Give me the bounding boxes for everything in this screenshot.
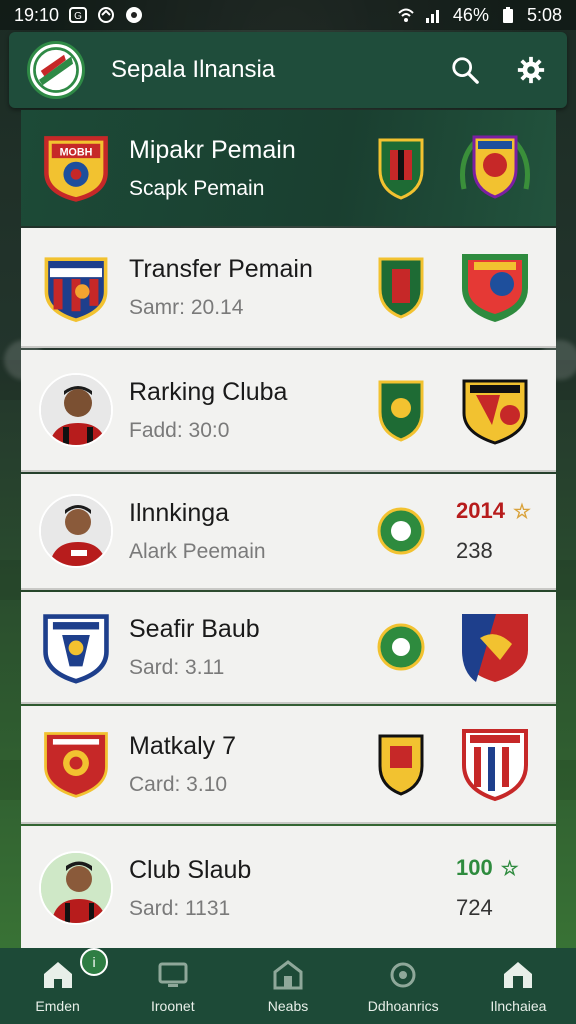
stat-bottom-value: 238 — [456, 538, 493, 563]
settings-button[interactable] — [513, 52, 549, 88]
avatar — [39, 373, 113, 447]
media-icon — [126, 7, 143, 23]
green-shield-icon — [378, 380, 424, 442]
stat-top: 2014 ☆ — [456, 498, 531, 524]
status-right-time: 5:08 — [526, 4, 562, 25]
red-shield-crest-icon — [462, 254, 528, 322]
player-photo-icon — [41, 375, 111, 445]
menu-list: MOBH Mipakr Pemain Scapk Pemain Transfer… — [21, 110, 556, 950]
row-title: Transfer Pemain — [129, 254, 313, 283]
green-ball-crest-icon — [377, 507, 425, 555]
player-avatar — [37, 492, 115, 570]
monitor-icon — [158, 962, 188, 987]
list-item-club-slaub[interactable]: Club Slaub Sard: 1131 100 ☆ 724 — [21, 826, 556, 950]
player-avatar — [37, 371, 115, 449]
notification-dot-icon: i — [80, 948, 108, 976]
battery-icon — [502, 7, 513, 23]
row-subtitle: Sard: 3.11 — [129, 655, 225, 679]
row-title: Ilnnkinga — [129, 498, 230, 527]
nav-label: Neabs — [267, 998, 309, 1014]
yellow-crest-icon — [462, 379, 528, 445]
yellow-shield-icon — [378, 734, 424, 796]
sync-icon — [98, 7, 115, 23]
house-icon — [504, 962, 533, 988]
status-time: 19:10 — [14, 4, 60, 25]
club-crest: MOBH — [37, 129, 115, 207]
row-subtitle: Scapk Pemain — [129, 176, 265, 200]
star-icon: ☆ — [512, 500, 531, 523]
gear-icon — [517, 56, 545, 84]
laurel-crest-icon — [460, 135, 530, 199]
club-crest — [37, 608, 115, 686]
list-item-seafir[interactable]: Seafir Baub Sard: 3.11 — [21, 592, 556, 704]
svg-text:G: G — [74, 11, 82, 22]
club-crest — [37, 248, 115, 326]
player-photo-icon — [41, 853, 111, 923]
blue-shield-crest-icon — [44, 257, 108, 323]
nav-item-ilnchaiea[interactable]: Ilnchaiea — [461, 948, 576, 1024]
row-subtitle: Samr: 20.14 — [129, 295, 244, 319]
status-bar: 19:10 G 46% 5:08 — [0, 0, 576, 30]
nav-item-monitor[interactable]: Iroonet — [115, 948, 230, 1024]
list-item-matkaly[interactable]: Matkaly 7 Card: 3.10 — [21, 706, 556, 824]
nav-label: Iroonet — [151, 998, 195, 1014]
row-subtitle: Fadd: 30:0 — [129, 418, 230, 442]
green-shield-icon — [378, 138, 424, 200]
player-avatar — [37, 849, 115, 927]
list-item-ranking[interactable]: Rarking Cluba Fadd: 30:0 — [21, 350, 556, 472]
crest-text: MOBH — [60, 146, 93, 158]
nav-label: Emden — [35, 998, 80, 1014]
avatar — [39, 851, 113, 925]
shield-crest-icon: MOBH — [44, 136, 108, 202]
row-subtitle: Alark Peemain — [129, 539, 266, 563]
wifi-icon — [398, 8, 414, 22]
star-icon: ☆ — [500, 857, 519, 880]
red-gold-crest-icon — [44, 732, 108, 798]
blue-white-crest-icon — [43, 614, 109, 684]
gear-badge-icon — [390, 962, 416, 988]
row-subtitle: Card: 3.10 — [129, 772, 228, 796]
row-title: Rarking Cluba — [129, 377, 288, 406]
row-title: Mipakr Pemain — [129, 135, 296, 164]
signal-icon — [425, 10, 439, 23]
list-item-ilnnkinga[interactable]: Ilnnkinga Alark Peemain 2014 ☆ 238 — [21, 474, 556, 590]
nav-item-neabs[interactable]: Neabs — [230, 948, 345, 1024]
green-shield-icon — [378, 257, 424, 319]
app-logo — [27, 41, 85, 99]
player-photo-icon — [41, 496, 111, 566]
search-button[interactable] — [447, 52, 483, 88]
football-logo-icon — [33, 47, 79, 93]
app-bar: Sepala Ilnansia — [9, 32, 567, 108]
list-item-transfer[interactable]: Transfer Pemain Samr: 20.14 — [21, 228, 556, 348]
app-title: Sepala Ilnansia — [111, 56, 276, 83]
stat-top-value: 100 — [456, 855, 493, 880]
row-title: Matkaly 7 — [129, 731, 236, 760]
building-icon — [273, 960, 303, 990]
row-stats: 100 ☆ 724 — [456, 855, 519, 921]
search-icon — [452, 57, 479, 84]
nav-label: Ilnchaiea — [490, 998, 547, 1014]
green-ball-crest-icon — [377, 623, 425, 671]
nav-label: Ddhoanrics — [367, 998, 439, 1014]
stat-top-value: 2014 — [456, 498, 505, 523]
notification-icon: G — [69, 7, 88, 23]
row-title: Seafir Baub — [129, 614, 260, 643]
row-title: Club Slaub — [129, 855, 252, 884]
striped-crest-icon — [462, 729, 528, 802]
battery-percent: 46% — [452, 4, 489, 25]
club-crest — [37, 725, 115, 803]
row-stats: 2014 ☆ 238 — [456, 498, 531, 564]
home-icon — [43, 962, 72, 988]
row-subtitle: Sard: 1131 — [129, 896, 231, 920]
stat-top: 100 ☆ — [456, 855, 519, 881]
nav-item-ddhoanrics[interactable]: Ddhoanrics — [346, 948, 461, 1024]
red-blue-crest-icon — [462, 614, 528, 682]
avatar — [39, 494, 113, 568]
list-item-featured[interactable]: MOBH Mipakr Pemain Scapk Pemain — [21, 110, 556, 226]
stat-bottom-value: 724 — [456, 895, 493, 920]
